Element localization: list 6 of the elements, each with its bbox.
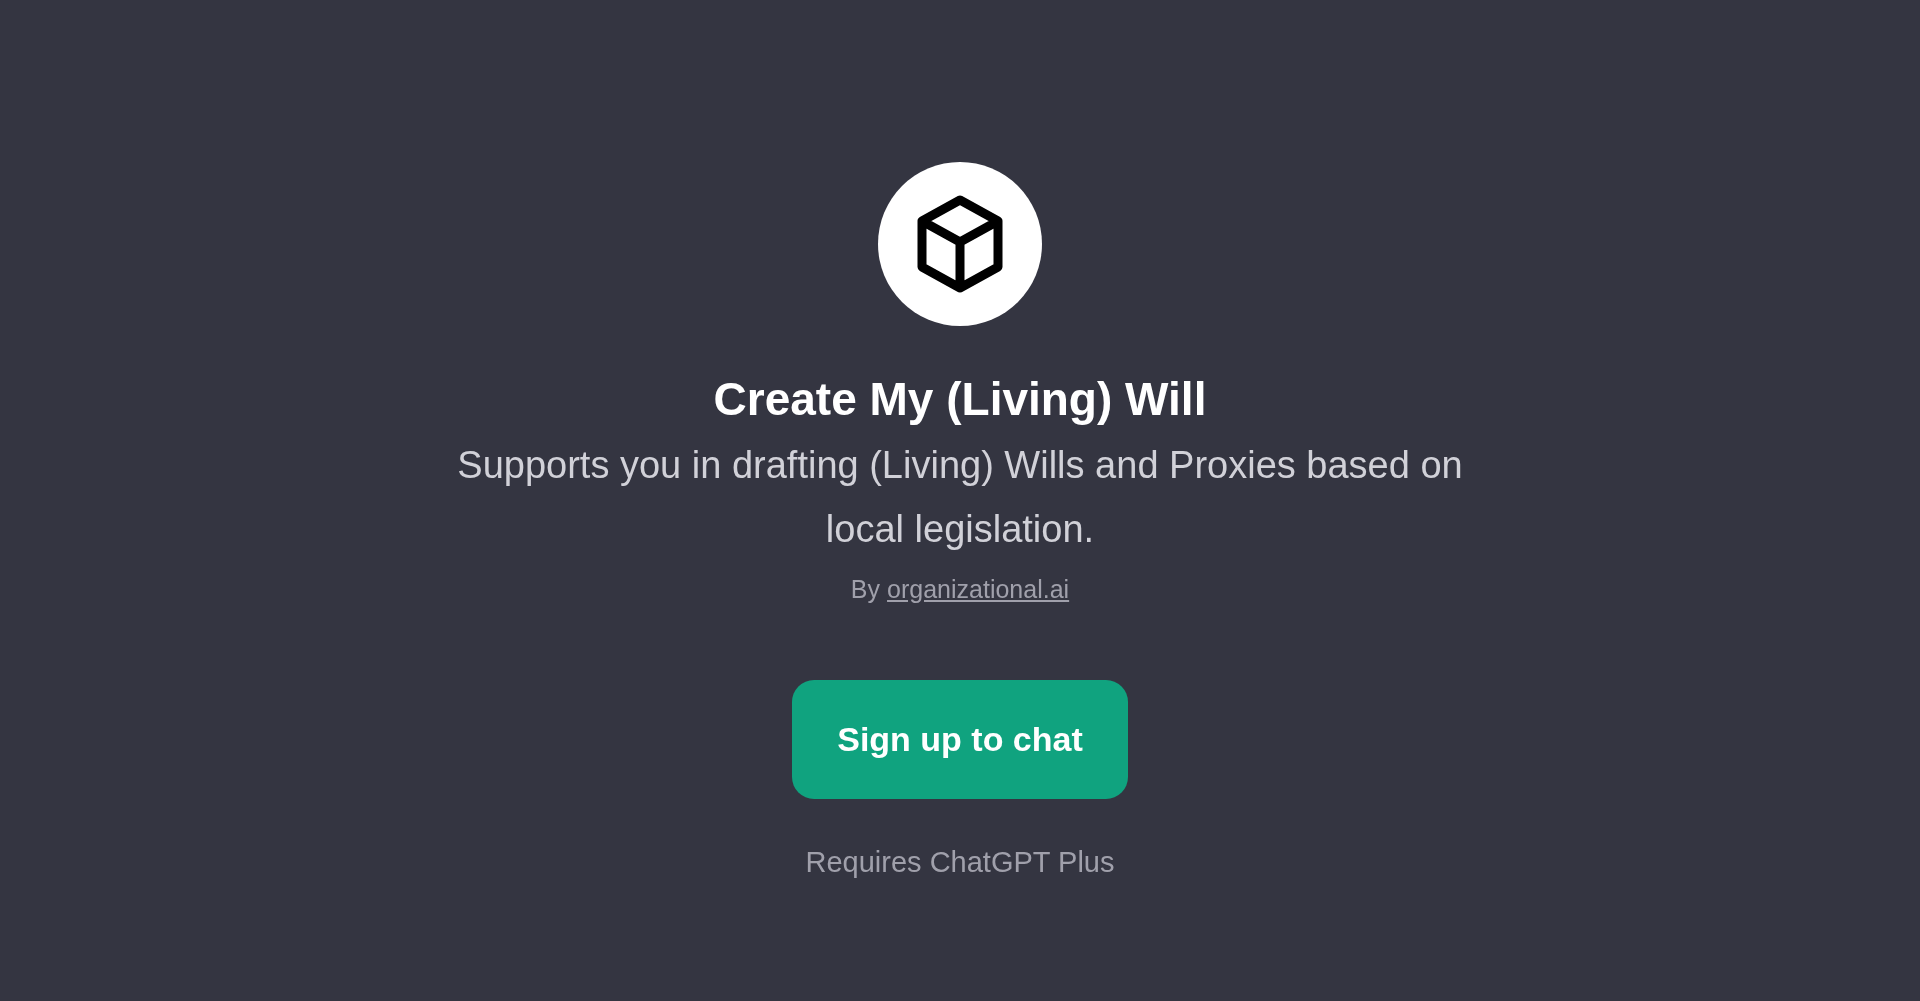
page-title: Create My (Living) Will bbox=[713, 372, 1207, 427]
author-prefix: By bbox=[850, 573, 881, 605]
description: Supports you in drafting (Living) Wills and Proxies based on local legislation. bbox=[456, 442, 1464, 552]
requirement-note: Requires ChatGPT Plus bbox=[805, 845, 1115, 880]
author-link[interactable]: organizational.ai bbox=[887, 570, 1070, 608]
sign-up-button[interactable]: Sign up to chat bbox=[792, 680, 1128, 799]
